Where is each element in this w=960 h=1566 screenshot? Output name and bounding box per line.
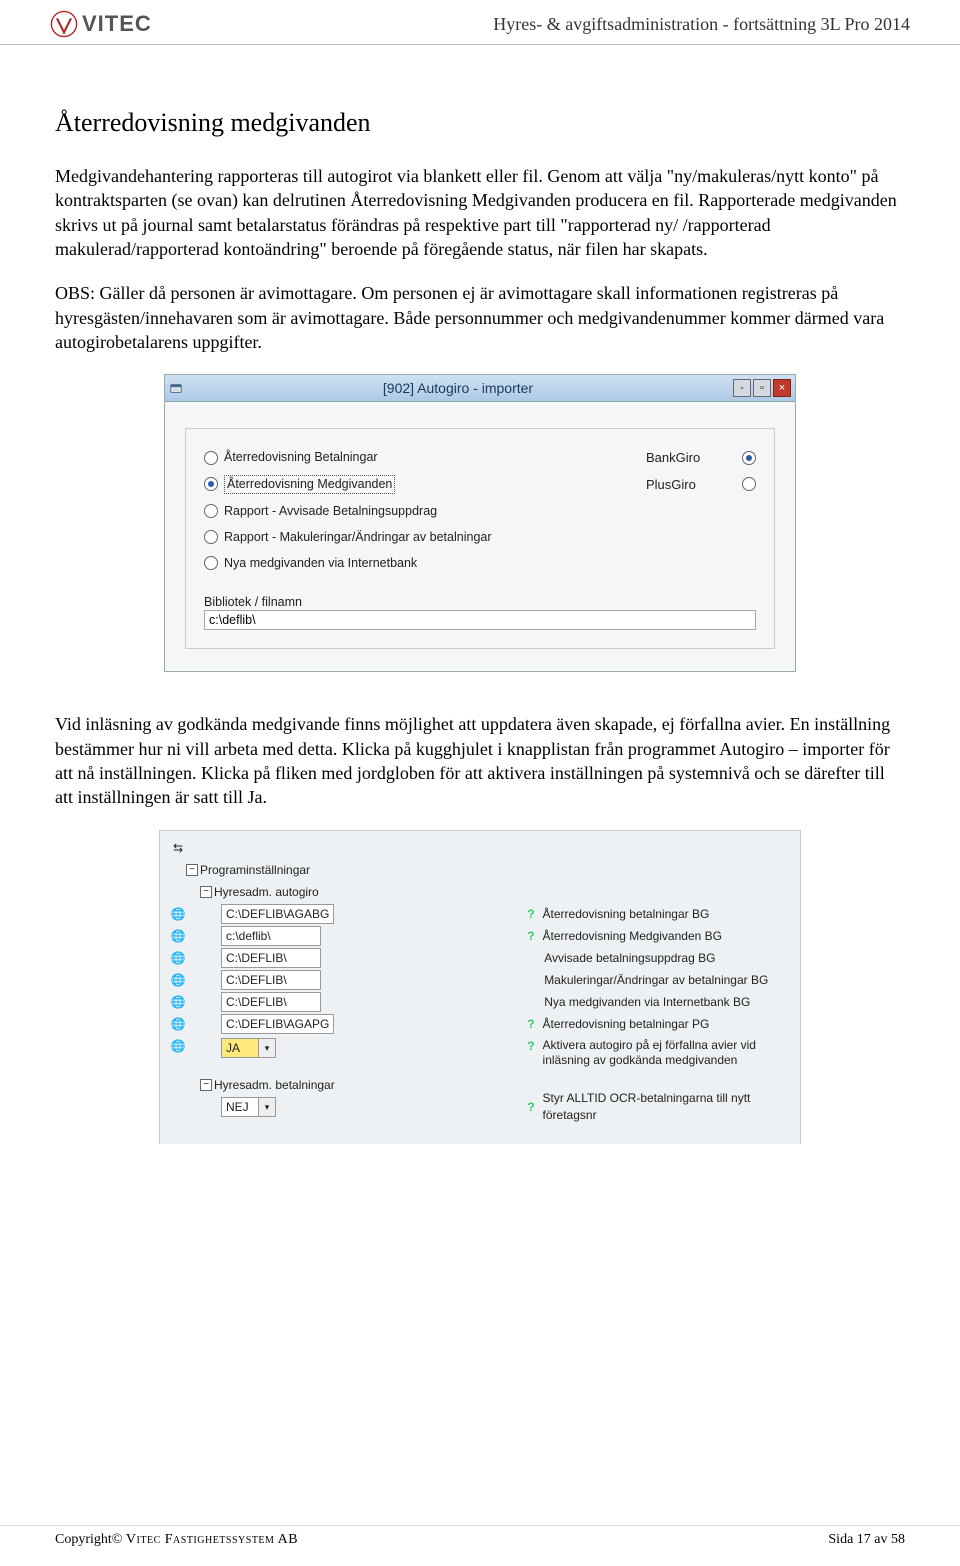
body-content: Återredovisning medgivanden Medgivandeha… [0,45,960,1144]
setting-label: Makuleringar/Ändringar av betalningar BG [527,969,790,991]
tree-row[interactable]: 🌐C:\DEFLIB\ [170,969,517,991]
globe-icon: 🌐 [170,972,186,988]
tree-row[interactable]: 🌐C:\DEFLIB\AGABG [170,903,517,925]
setting-label: ?Återredovisning betalningar PG [527,1013,790,1035]
help-icon[interactable]: ? [527,1099,534,1115]
tree-row[interactable]: 🌐C:\DEFLIB\ [170,991,517,1013]
setting-label: Avvisade betalningsuppdrag BG [527,947,790,969]
tree-row[interactable]: 🌐C:\DEFLIB\AGAPG [170,1013,517,1035]
file-path-input[interactable] [204,610,756,630]
tree-row-nej[interactable]: NEJ▾ [170,1096,517,1118]
paragraph-2: OBS: Gäller då personen är avimottagare.… [55,281,905,354]
close-button[interactable]: × [773,379,791,397]
copyright: Copyright© Vitec Fastighetssystem AB [55,1532,298,1548]
titlebar-icon [169,381,183,395]
globe-icon: 🌐 [170,928,186,944]
page-footer: Copyright© Vitec Fastighetssystem AB Sid… [0,1525,960,1548]
window-title: [902] Autogiro - importer [183,379,733,398]
help-icon[interactable]: ? [527,1038,534,1054]
help-icon[interactable]: ? [527,1016,534,1032]
setting-label: ?Aktivera autogiro på ej förfallna avier… [527,1035,790,1074]
help-icon[interactable]: ? [527,928,534,944]
setting-label: ?Styr ALLTID OCR-betalningarna till nytt… [527,1096,790,1118]
tree-group-betalningar: Hyresadm. betalningar [214,1077,335,1093]
logo: VITEC [50,10,152,38]
import-type-radios: Återredovisning Betalningar Återredovisn… [204,449,616,571]
radio-makuleringar-andringar[interactable]: Rapport - Makuleringar/Ändringar av beta… [204,529,616,546]
collapse-icon[interactable]: − [200,886,212,898]
globe-icon: 🌐 [170,994,186,1010]
dropdown-button[interactable]: ▾ [259,1097,276,1117]
setting-label: ?Återredovisning Medgivanden BG [527,925,790,947]
window-titlebar: [902] Autogiro - importer - ▫ × [165,375,795,402]
tree-group-autogiro: Hyresadm. autogiro [214,884,319,900]
tree-row-ja[interactable]: 🌐JA▾ [170,1035,517,1074]
dropdown-button[interactable]: ▾ [259,1038,276,1058]
logo-mark-icon [50,10,78,38]
logo-text: VITEC [82,11,152,37]
globe-icon: 🌐 [170,1038,186,1054]
help-icon[interactable]: ? [527,906,534,922]
globe-icon: 🌐 [170,906,186,922]
radio-nya-medgivanden-internetbank[interactable]: Nya medgivanden via Internetbank [204,555,616,572]
globe-icon: 🌐 [170,1016,186,1032]
page: { "header":{ "logo_text":"VITEC", "right… [0,0,960,1566]
toolbar-row: ⇆ [170,837,790,859]
giro-radios: BankGiro PlusGiro [646,449,756,493]
minimize-button[interactable]: - [733,379,751,397]
globe-icon: 🌐 [170,950,186,966]
setting-label: ?Återredovisning betalningar BG [527,903,790,925]
setting-label: Nya medgivanden via Internetbank BG [527,991,790,1013]
file-label: Bibliotek / filnamn [204,594,756,611]
radio-aterredov-betalningar[interactable]: Återredovisning Betalningar [204,449,616,466]
window-autogiro-importer: [902] Autogiro - importer - ▫ × Återredo… [164,374,796,672]
paragraph-1: Medgivandehantering rapporteras till aut… [55,164,905,261]
toolbar-icon[interactable]: ⇆ [170,840,186,856]
radio-aterredov-medgivanden[interactable]: Återredovisning Medgivanden [204,475,616,494]
radio-bankgiro[interactable]: BankGiro [646,449,756,467]
tree-root: Programinställningar [200,862,310,878]
radio-avvisade-betalningsuppdrag[interactable]: Rapport - Avvisade Betalningsuppdrag [204,503,616,520]
page-number: Sida 17 av 58 [828,1532,905,1548]
tree-row[interactable]: 🌐c:\deflib\ [170,925,517,947]
paragraph-3: Vid inläsning av godkända medgivande fin… [55,712,905,809]
radio-plusgiro[interactable]: PlusGiro [646,476,756,494]
maximize-button[interactable]: ▫ [753,379,771,397]
header-title: Hyres- & avgiftsadministration - fortsät… [493,14,910,35]
tree-row[interactable]: 🌐C:\DEFLIB\ [170,947,517,969]
section-heading: Återredovisning medgivanden [55,105,905,140]
page-header: VITEC Hyres- & avgiftsadministration - f… [0,0,960,45]
collapse-icon[interactable]: − [186,864,198,876]
settings-tree-window: ⇆ −Programinställningar −Hyresadm. autog… [159,830,801,1144]
import-options-group: Återredovisning Betalningar Återredovisn… [185,428,775,649]
collapse-icon[interactable]: − [200,1079,212,1091]
